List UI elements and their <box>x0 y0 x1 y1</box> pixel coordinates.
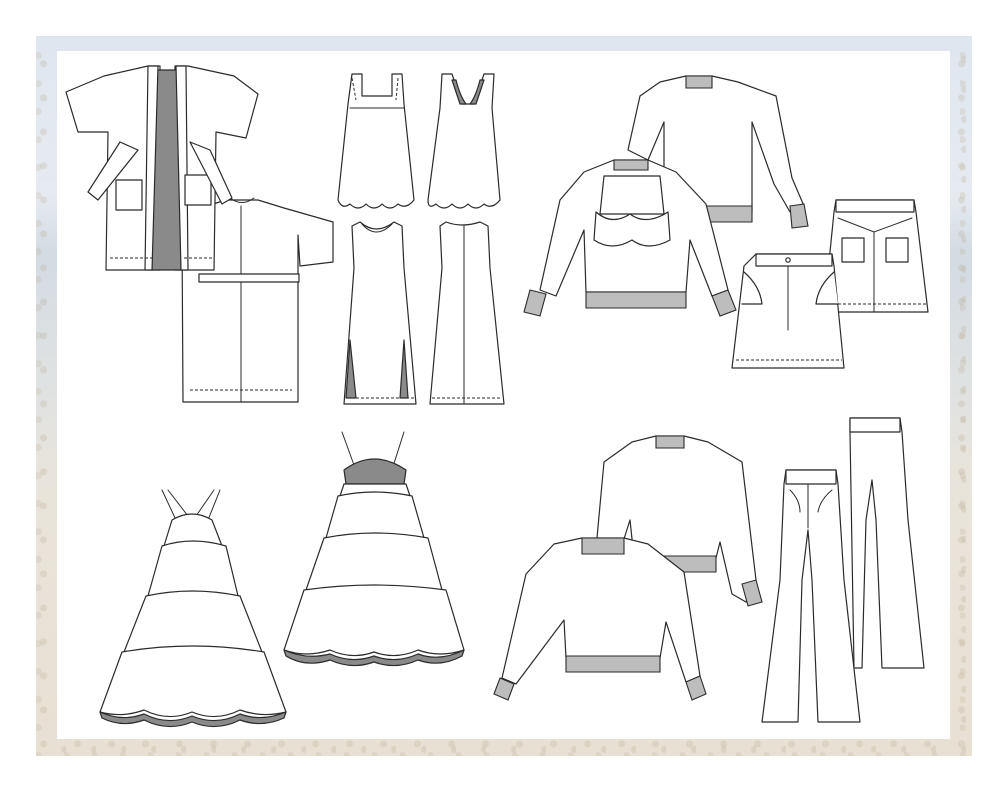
sleeveless-maxi-dress-back-icon <box>429 221 505 405</box>
flare-pants-front-icon <box>761 469 861 723</box>
fashion-flats-board <box>0 0 1008 792</box>
lace-strap-top-front-icon <box>337 73 415 209</box>
lace-strap-top-back-icon <box>427 73 501 209</box>
tiered-dress-back-icon <box>283 431 465 667</box>
tiered-dress-front-icon <box>99 489 287 728</box>
denim-skirt-back-icon <box>823 199 929 313</box>
denim-skirt-front-icon <box>731 253 845 369</box>
technical-flats-canvas <box>65 65 929 728</box>
sleeveless-maxi-dress-front-icon <box>343 221 417 405</box>
flare-pants-back-icon <box>849 417 925 669</box>
